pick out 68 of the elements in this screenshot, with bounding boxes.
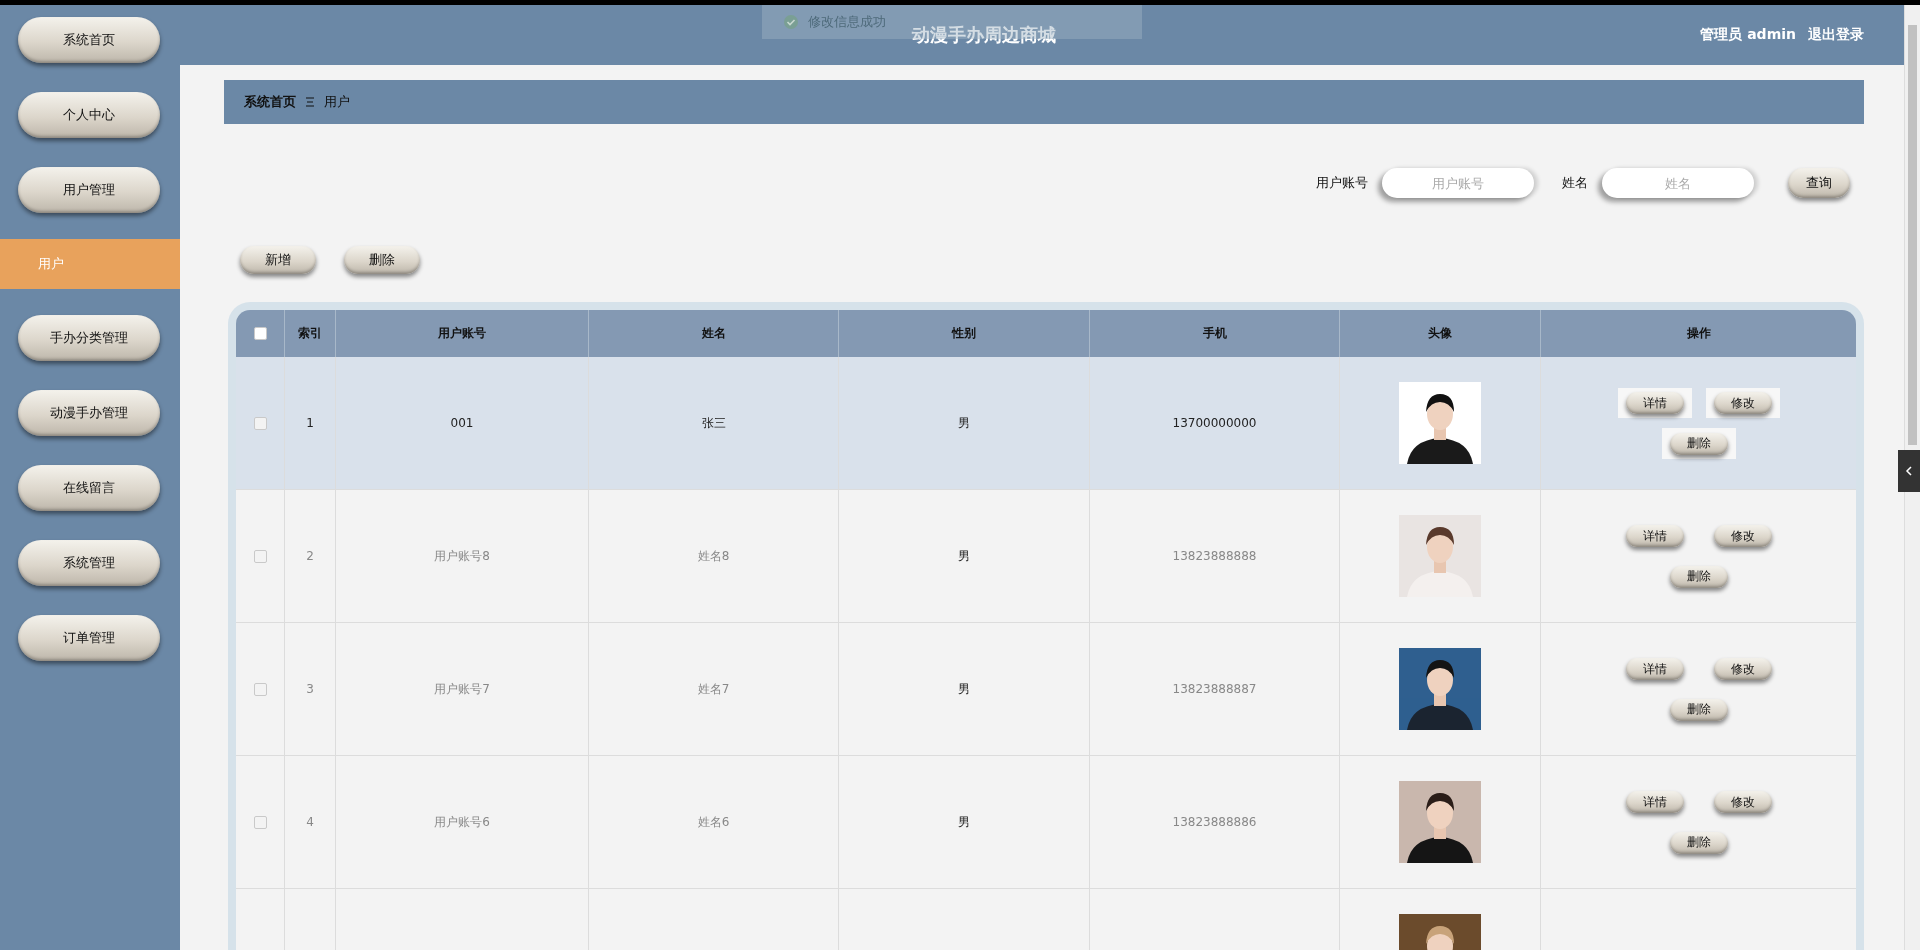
row-action-button[interactable]: 删除 <box>1669 565 1728 588</box>
chevron-left-icon <box>1905 466 1913 476</box>
breadcrumb-item: 用户 <box>324 93 350 111</box>
sidebar-menu-button[interactable]: 在线留言 <box>18 465 160 511</box>
sidebar-menu-button[interactable]: 系统首页 <box>18 17 160 63</box>
cell-text: 张三 <box>701 414 726 432</box>
row-action-button[interactable]: 详情 <box>1625 791 1684 813</box>
row-action-button[interactable]: 修改 <box>1713 791 1772 813</box>
collapse-tab[interactable] <box>1898 450 1920 492</box>
row-checkbox[interactable] <box>253 549 267 563</box>
row-checkbox[interactable] <box>253 815 267 829</box>
breadcrumb-item[interactable]: 系统首页 <box>244 93 296 111</box>
row-action-button[interactable]: 修改 <box>1713 525 1772 547</box>
column-header: 姓名 <box>589 310 839 357</box>
cell-text: 姓名7 <box>697 680 730 698</box>
row-checkbox[interactable] <box>253 682 267 696</box>
cell-text: 用户账号8 <box>434 547 490 565</box>
check-circle-icon <box>784 15 798 29</box>
cell-text: 4 <box>306 815 314 829</box>
search-field[interactable]: 姓名 <box>1602 168 1754 198</box>
cell-text: 3 <box>306 682 314 696</box>
cell-text: 2 <box>306 549 314 563</box>
select-all-checkbox[interactable] <box>253 327 267 340</box>
separator-icon <box>306 97 314 107</box>
row-action-button[interactable]: 删除 <box>1669 831 1728 854</box>
column-header: 索引 <box>285 310 336 357</box>
cell-text: 1 <box>306 416 314 430</box>
cell-text: 13823888888 <box>1172 549 1257 563</box>
column-header: 手机 <box>1090 310 1340 357</box>
toolbar-button[interactable]: 删除 <box>344 246 420 274</box>
app-title: 动漫手办周边商城 <box>910 23 1058 47</box>
cell-text: 用户账号7 <box>434 680 490 698</box>
sidebar-menu-button[interactable]: 订单管理 <box>18 615 160 661</box>
user-name: 管理员 admin <box>1700 26 1796 44</box>
query-button[interactable]: 查询 <box>1788 168 1850 198</box>
field-label: 用户账号 <box>1316 174 1368 192</box>
sidebar-menu-button[interactable]: 手办分类管理 <box>18 315 160 361</box>
cell-text: 男 <box>958 680 970 698</box>
column-header: 操作 <box>1541 310 1856 357</box>
sidebar-menu-button[interactable]: 个人中心 <box>18 92 160 138</box>
row-action-button[interactable]: 删除 <box>1669 432 1728 455</box>
cell-text: 姓名8 <box>697 547 730 565</box>
sidebar-menu-button[interactable]: 用户管理 <box>18 167 160 213</box>
search-field[interactable]: 用户账号 <box>1382 168 1534 198</box>
cell-text: 13700000000 <box>1172 416 1257 430</box>
cell-text: 男 <box>958 547 970 565</box>
cell-text: 男 <box>958 414 970 432</box>
toolbar-button[interactable]: 新增 <box>240 246 316 274</box>
cell-text: 13823888887 <box>1172 682 1257 696</box>
cell-text: 姓名6 <box>697 813 730 831</box>
logout-link[interactable]: 退出登录 <box>1808 26 1864 44</box>
sidebar-menu-button[interactable]: 系统管理 <box>18 540 160 586</box>
cell-text: 用户账号6 <box>434 813 490 831</box>
row-action-button[interactable]: 修改 <box>1713 658 1772 680</box>
row-checkbox[interactable] <box>253 416 267 430</box>
row-action-button[interactable]: 详情 <box>1625 658 1684 680</box>
column-header: 用户账号 <box>336 310 589 357</box>
cell-text: 13823888886 <box>1172 815 1257 829</box>
row-action-button[interactable]: 修改 <box>1713 392 1772 414</box>
column-header: 头像 <box>1340 310 1541 357</box>
cell-text: 001 <box>450 416 474 430</box>
column-header: 性别 <box>839 310 1090 357</box>
row-action-button[interactable]: 详情 <box>1625 392 1684 414</box>
field-label: 姓名 <box>1562 174 1588 192</box>
sidebar-menu-button[interactable]: 动漫手办管理 <box>18 390 160 436</box>
row-action-button[interactable]: 详情 <box>1625 525 1684 547</box>
cell-text: 男 <box>958 813 970 831</box>
row-action-button[interactable]: 删除 <box>1669 698 1728 721</box>
